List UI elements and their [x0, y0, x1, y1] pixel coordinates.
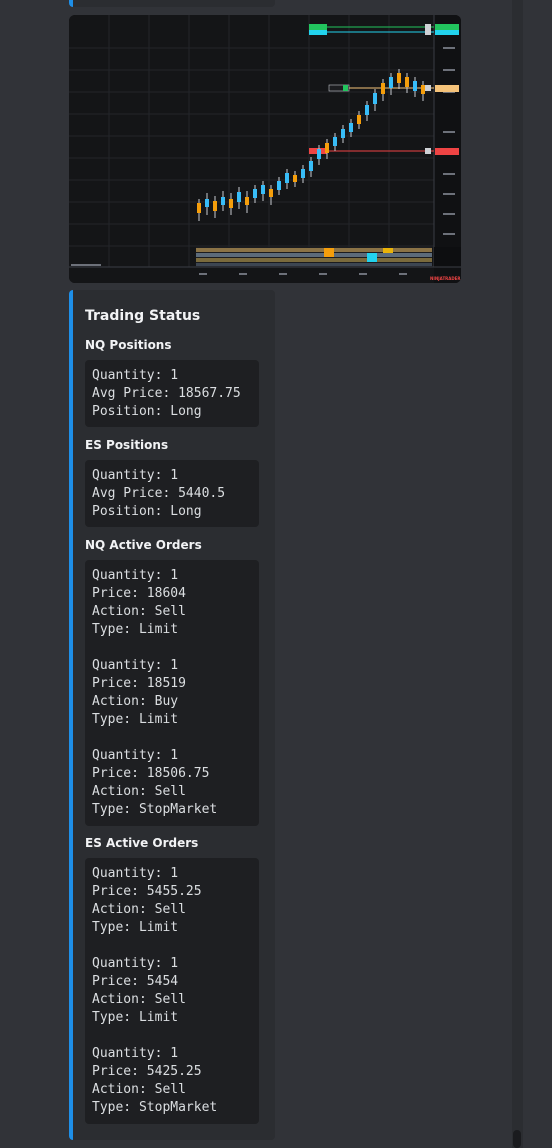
- chart-screenshot-image[interactable]: NINJATRADER: [69, 15, 461, 283]
- embed-title: Trading Status: [85, 308, 201, 324]
- code-block-nq-positions[interactable]: Quantity: 1 Avg Price: 18567.75 Position…: [85, 360, 259, 427]
- trading-status-embed: Trading Status NQ Positions Quantity: 1 …: [69, 290, 275, 1140]
- previous-embed-tail: [69, 0, 275, 7]
- code-block-nq-active-orders[interactable]: Quantity: 1 Price: 18604 Action: Sell Ty…: [85, 560, 259, 826]
- scrollbar-track[interactable]: [512, 0, 523, 1148]
- field-name-nq-positions: NQ Positions: [85, 338, 172, 352]
- code-block-es-active-orders[interactable]: Quantity: 1 Price: 5455.25 Action: Sell …: [85, 858, 259, 1124]
- chart-watermark: NINJATRADER: [430, 276, 461, 281]
- scrollbar-thumb[interactable]: [513, 1130, 521, 1148]
- field-name-es-positions: ES Positions: [85, 438, 169, 452]
- code-block-es-positions[interactable]: Quantity: 1 Avg Price: 5440.5 Position: …: [85, 460, 259, 527]
- field-name-nq-active-orders: NQ Active Orders: [85, 538, 202, 552]
- chart-image-svg: [69, 15, 461, 283]
- field-name-es-active-orders: ES Active Orders: [85, 836, 199, 850]
